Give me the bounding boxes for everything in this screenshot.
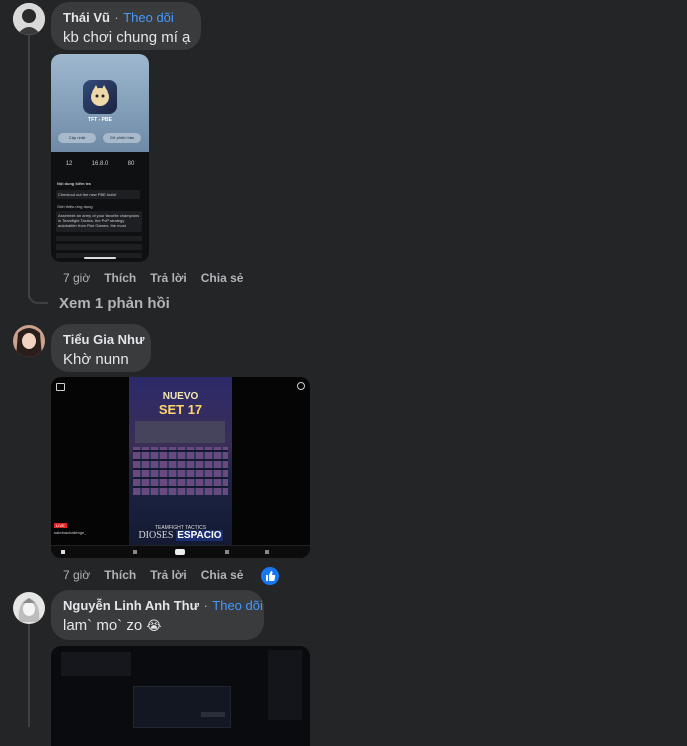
comment-author[interactable]: Nguyễn Linh Anh Thư	[63, 598, 199, 613]
comment-actions: 7 giờ Thích Trả lời Chia sẻ	[63, 271, 243, 285]
reply-button[interactable]: Trả lời	[150, 271, 187, 285]
follow-link[interactable]: Theo dõi	[123, 10, 174, 25]
comment-text: lam` mo` zo 😭	[63, 617, 252, 634]
banner-line-2: SET 17	[158, 402, 203, 417]
comment-time[interactable]: 7 giờ	[63, 568, 90, 582]
stream-video: NUEVO SET 17 TEAMFIGHT TACTICS DIOSES ES…	[129, 377, 232, 545]
test-line: Checkout out the new PBE build!	[56, 190, 140, 199]
like-button[interactable]: Thích	[104, 271, 136, 285]
comment-attachment-image[interactable]: NUEVO SET 17 TEAMFIGHT TACTICS DIOSES ES…	[51, 377, 310, 558]
view-replies-link[interactable]: Xem 1 phản hồi	[59, 295, 170, 312]
share-button[interactable]: Chia sẻ	[201, 271, 244, 285]
uninstall-button: Gỡ phiên bản	[103, 133, 141, 143]
footer-line-3: ESPACIO	[176, 530, 223, 541]
comment-author[interactable]: Thái Vũ	[63, 10, 110, 25]
comment-text: kb chơi chung mí ạ	[63, 29, 191, 46]
camera-icon	[56, 383, 65, 391]
share-button[interactable]: Chia sẻ	[201, 568, 244, 582]
section-title: Nội dung kiểm tra	[57, 181, 91, 186]
stat-value: 80	[127, 161, 135, 167]
comment-text-body: lam` mo` zo	[63, 617, 143, 634]
comment-actions: 7 giờ Thích Trả lời Chia sẻ	[63, 568, 243, 582]
app-icon	[83, 80, 117, 114]
thread-line	[28, 622, 30, 727]
comment-time[interactable]: 7 giờ	[63, 271, 90, 285]
crying-emoji-icon: 😭	[146, 619, 162, 634]
footer-line-2: DIOSES	[138, 530, 174, 541]
comment-bubble: Thái Vũ · Theo dõi kb chơi chung mí ạ	[51, 2, 201, 50]
stat-value: 12	[65, 161, 73, 167]
bottom-nav	[51, 545, 310, 558]
comment-bubble: Tiểu Gia Như Khờ nunn	[51, 324, 151, 372]
thread-line	[28, 34, 30, 298]
channel-name: sabrinachallenge_	[54, 530, 87, 535]
comment-text: Khờ nunn	[63, 351, 129, 368]
search-icon	[297, 382, 305, 390]
version-value: 16.8.0	[91, 161, 109, 167]
app-name: TFT - PBE	[88, 117, 112, 123]
comment-attachment-image[interactable]: TFT - PBE Cập nhật Gỡ phiên bản 12 16.8.…	[51, 54, 149, 262]
live-badge: LIVE	[54, 523, 67, 528]
banner-line-1: NUEVO	[162, 391, 199, 402]
separator-dot: ·	[114, 10, 119, 25]
comment-author[interactable]: Tiểu Gia Như	[63, 332, 144, 347]
comment-bubble: Nguyễn Linh Anh Thư · Theo dõi lam` mo` …	[51, 590, 264, 640]
avatar[interactable]	[13, 3, 45, 35]
avatar[interactable]	[13, 592, 45, 624]
like-button[interactable]: Thích	[104, 568, 136, 582]
avatar[interactable]	[13, 325, 45, 357]
desc-text: Assemble an army of your favorite champi…	[56, 211, 142, 232]
follow-link[interactable]: Theo dõi	[212, 598, 263, 613]
desc-title: Giới thiệu ứng dụng	[57, 204, 93, 209]
thread-line-elbow	[28, 290, 48, 304]
separator-dot: ·	[203, 598, 208, 613]
reply-button[interactable]: Trả lời	[150, 568, 187, 582]
like-reaction-icon[interactable]	[259, 565, 281, 587]
update-button: Cập nhật	[58, 133, 96, 143]
comment-attachment-image[interactable]	[51, 646, 310, 746]
